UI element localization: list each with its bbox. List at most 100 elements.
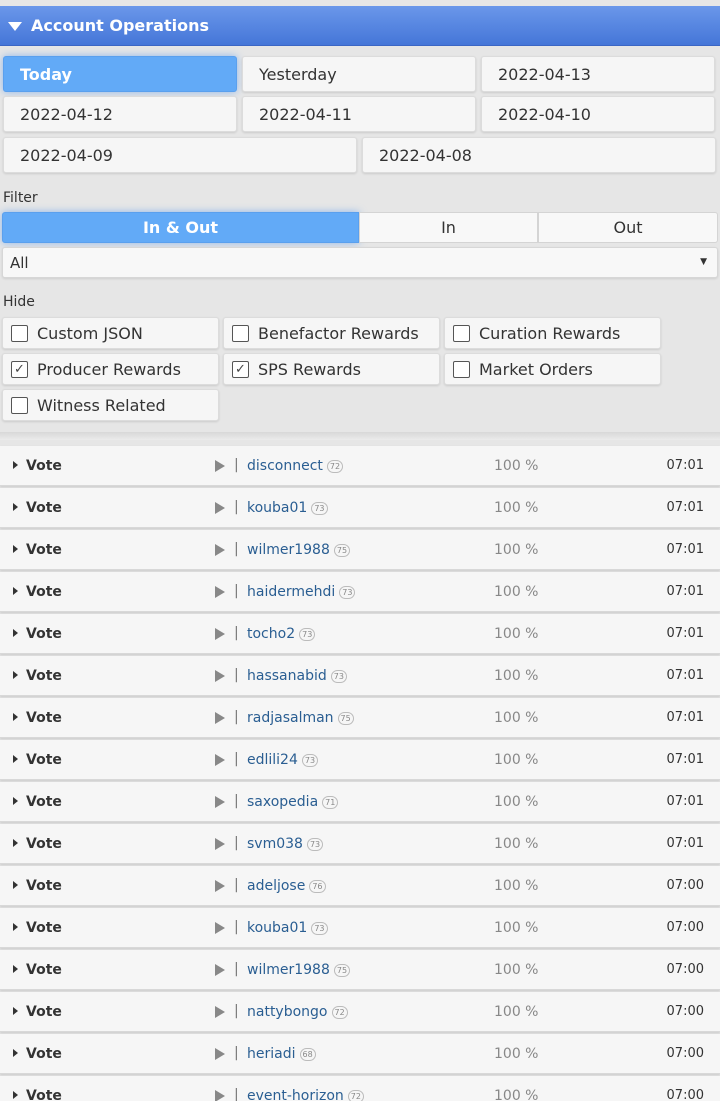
play-icon[interactable] — [215, 838, 225, 850]
play-icon[interactable] — [215, 544, 225, 556]
date-button-2022-04-11[interactable]: 2022-04-11 — [242, 96, 476, 132]
play-icon[interactable] — [215, 964, 225, 976]
voter-link[interactable]: adeljose 76 — [247, 878, 326, 894]
username[interactable]: kouba01 — [247, 920, 307, 936]
operation-row[interactable]: Vote | heriadi 68 100 % 07:00 — [0, 1034, 720, 1074]
operation-row[interactable]: Vote | svm038 73 100 % 07:01 — [0, 824, 720, 864]
checkbox-icon[interactable] — [11, 396, 28, 414]
expand-arrow-icon[interactable] — [13, 755, 18, 763]
voter-link[interactable]: haidermehdi 73 — [247, 584, 356, 600]
date-button-2022-04-13[interactable]: 2022-04-13 — [481, 56, 715, 92]
voter-link[interactable]: event-horizon 72 — [247, 1088, 364, 1101]
expand-arrow-icon[interactable] — [13, 839, 18, 847]
hide-custom-json-checkbox[interactable]: Custom JSON — [2, 317, 219, 349]
voter-link[interactable]: kouba01 73 — [247, 500, 328, 516]
username[interactable]: heriadi — [247, 1046, 296, 1062]
hide-producer-rewards-checkbox[interactable]: ✓ Producer Rewards — [2, 353, 219, 385]
expand-arrow-icon[interactable] — [13, 587, 18, 595]
operation-row[interactable]: Vote | kouba01 73 100 % 07:00 — [0, 908, 720, 948]
hide-sps-rewards-checkbox[interactable]: ✓ SPS Rewards — [223, 353, 440, 385]
expand-arrow-icon[interactable] — [13, 461, 18, 469]
username[interactable]: radjasalman — [247, 710, 334, 726]
operation-row[interactable]: Vote | haidermehdi 73 100 % 07:01 — [0, 572, 720, 612]
date-button-2022-04-12[interactable]: 2022-04-12 — [3, 96, 237, 132]
hide-curation-rewards-checkbox[interactable]: Curation Rewards — [444, 317, 661, 349]
operation-row[interactable]: Vote | disconnect 72 100 % 07:01 — [0, 446, 720, 486]
voter-link[interactable]: disconnect 72 — [247, 458, 344, 474]
play-icon[interactable] — [215, 460, 225, 472]
operation-row[interactable]: Vote | edlili24 73 100 % 07:01 — [0, 740, 720, 780]
operation-row[interactable]: Vote | wilmer1988 75 100 % 07:00 — [0, 950, 720, 990]
voter-link[interactable]: kouba01 73 — [247, 920, 328, 936]
operation-row[interactable]: Vote | adeljose 76 100 % 07:00 — [0, 866, 720, 906]
username[interactable]: tocho2 — [247, 626, 295, 642]
expand-arrow-icon[interactable] — [13, 1049, 18, 1057]
username[interactable]: disconnect — [247, 458, 323, 474]
play-icon[interactable] — [215, 754, 225, 766]
hide-benefactor-rewards-checkbox[interactable]: Benefactor Rewards — [223, 317, 440, 349]
checkbox-icon[interactable] — [453, 360, 470, 378]
play-icon[interactable] — [215, 502, 225, 514]
voter-link[interactable]: saxopedia 71 — [247, 794, 339, 810]
username[interactable]: svm038 — [247, 836, 303, 852]
checkmark-icon[interactable]: ✓ — [11, 360, 28, 378]
username[interactable]: edlili24 — [247, 752, 298, 768]
voter-link[interactable]: heriadi 68 — [247, 1046, 316, 1062]
date-button-2022-04-09[interactable]: 2022-04-09 — [3, 137, 357, 173]
play-icon[interactable] — [215, 1006, 225, 1018]
expand-arrow-icon[interactable] — [13, 629, 18, 637]
voter-link[interactable]: hassanabid 73 — [247, 668, 347, 684]
voter-link[interactable]: edlili24 73 — [247, 752, 319, 768]
play-icon[interactable] — [215, 922, 225, 934]
date-button-yesterday[interactable]: Yesterday — [242, 56, 476, 92]
operation-row[interactable]: Vote | saxopedia 71 100 % 07:01 — [0, 782, 720, 822]
segment-in-and-out[interactable]: In & Out — [2, 212, 359, 243]
username[interactable]: wilmer1988 — [247, 962, 330, 978]
account-operations-header[interactable]: Account Operations — [0, 6, 720, 46]
play-icon[interactable] — [215, 712, 225, 724]
expand-arrow-icon[interactable] — [13, 1007, 18, 1015]
username[interactable]: hassanabid — [247, 668, 327, 684]
checkmark-icon[interactable]: ✓ — [232, 360, 249, 378]
collapse-triangle-icon[interactable] — [8, 22, 22, 31]
expand-arrow-icon[interactable] — [13, 503, 18, 511]
voter-link[interactable]: svm038 73 — [247, 836, 324, 852]
username[interactable]: adeljose — [247, 878, 305, 894]
username[interactable]: wilmer1988 — [247, 542, 330, 558]
segment-out[interactable]: Out — [538, 212, 718, 243]
voter-link[interactable]: radjasalman 75 — [247, 710, 354, 726]
date-button-2022-04-10[interactable]: 2022-04-10 — [481, 96, 715, 132]
operation-row[interactable]: Vote | tocho2 73 100 % 07:01 — [0, 614, 720, 654]
checkbox-icon[interactable] — [11, 324, 28, 342]
filter-select[interactable]: All ▼ — [2, 247, 718, 278]
expand-arrow-icon[interactable] — [13, 671, 18, 679]
expand-arrow-icon[interactable] — [13, 1091, 18, 1099]
operation-row[interactable]: Vote | wilmer1988 75 100 % 07:01 — [0, 530, 720, 570]
username[interactable]: kouba01 — [247, 500, 307, 516]
expand-arrow-icon[interactable] — [13, 545, 18, 553]
voter-link[interactable]: wilmer1988 75 — [247, 542, 351, 558]
play-icon[interactable] — [215, 1048, 225, 1060]
play-icon[interactable] — [215, 880, 225, 892]
hide-witness-related-checkbox[interactable]: Witness Related — [2, 389, 219, 421]
voter-link[interactable]: wilmer1988 75 — [247, 962, 351, 978]
voter-link[interactable]: nattybongo 72 — [247, 1004, 348, 1020]
date-button-2022-04-08[interactable]: 2022-04-08 — [362, 137, 716, 173]
operation-row[interactable]: Vote | radjasalman 75 100 % 07:01 — [0, 698, 720, 738]
operation-row[interactable]: Vote | nattybongo 72 100 % 07:00 — [0, 992, 720, 1032]
username[interactable]: haidermehdi — [247, 584, 335, 600]
expand-arrow-icon[interactable] — [13, 923, 18, 931]
expand-arrow-icon[interactable] — [13, 881, 18, 889]
checkbox-icon[interactable] — [453, 324, 470, 342]
username[interactable]: event-horizon — [247, 1088, 344, 1101]
operation-row[interactable]: Vote | event-horizon 72 100 % 07:00 — [0, 1076, 720, 1101]
date-button-today[interactable]: Today — [3, 56, 237, 92]
operation-row[interactable]: Vote | hassanabid 73 100 % 07:01 — [0, 656, 720, 696]
expand-arrow-icon[interactable] — [13, 965, 18, 973]
username[interactable]: nattybongo — [247, 1004, 328, 1020]
voter-link[interactable]: tocho2 73 — [247, 626, 316, 642]
play-icon[interactable] — [215, 670, 225, 682]
checkbox-icon[interactable] — [232, 324, 249, 342]
play-icon[interactable] — [215, 586, 225, 598]
hide-market-orders-checkbox[interactable]: Market Orders — [444, 353, 661, 385]
